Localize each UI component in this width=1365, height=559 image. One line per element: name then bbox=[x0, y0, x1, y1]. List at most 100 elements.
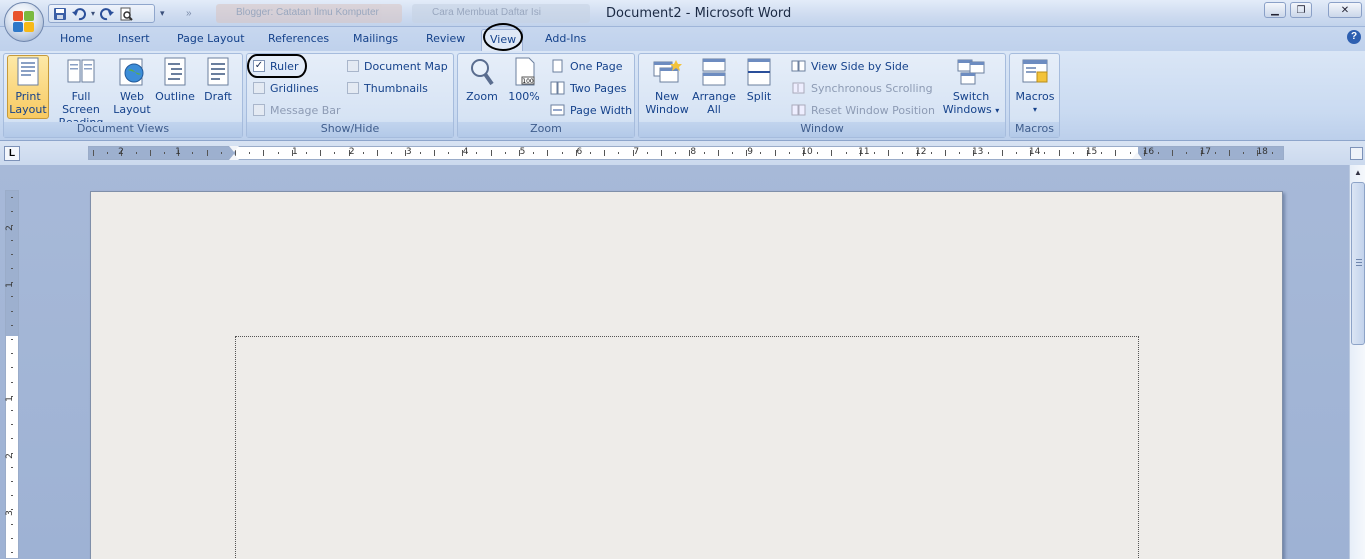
vertical-ruler-tick bbox=[11, 438, 13, 440]
switch-windows-button[interactable]: Switch Windows ▾ bbox=[939, 56, 1003, 117]
ruler-label: 5 bbox=[519, 147, 526, 157]
vertical-ruler-tick bbox=[11, 537, 13, 539]
outline-button[interactable]: Outline bbox=[154, 56, 196, 103]
macros-button[interactable]: Macros ▾ bbox=[1013, 56, 1057, 116]
ruler-check-icon[interactable]: ✓ bbox=[253, 60, 265, 72]
web-layout-label-2: Layout bbox=[113, 103, 151, 116]
qat-more-icon[interactable]: » bbox=[186, 4, 192, 23]
ruler-tick bbox=[987, 152, 989, 154]
tab-references[interactable]: References bbox=[268, 32, 329, 45]
vertical-ruler-tick bbox=[11, 523, 13, 525]
ruler-checkbox[interactable]: ✓ Ruler bbox=[253, 57, 298, 75]
group-document-views: Print Layout Full Screen Reading Web Lay… bbox=[3, 53, 243, 138]
vertical-ruler-tick bbox=[11, 395, 13, 397]
side-by-side-icon bbox=[791, 59, 806, 73]
tab-mailings[interactable]: Mailings bbox=[353, 32, 398, 45]
outline-icon bbox=[160, 56, 190, 88]
reset-window-position-button[interactable]: Reset Window Position bbox=[791, 101, 935, 119]
print-layout-button[interactable]: Print Layout bbox=[7, 55, 49, 119]
ruler-tick bbox=[732, 152, 733, 154]
full-screen-reading-button[interactable]: Full Screen Reading bbox=[51, 56, 111, 129]
tab-review[interactable]: Review bbox=[426, 32, 465, 45]
tab-home[interactable]: Home bbox=[60, 32, 92, 45]
split-button[interactable]: Split bbox=[741, 56, 777, 103]
one-page-icon bbox=[550, 59, 565, 73]
zoom-button[interactable]: Zoom bbox=[464, 56, 500, 103]
group-zoom: Zoom 100 100% One Page Two Pages Page Wi… bbox=[457, 53, 635, 138]
ruler-tick bbox=[149, 150, 151, 156]
draft-button[interactable]: Draft bbox=[200, 56, 236, 103]
horizontal-ruler[interactable]: 2 1 1 2 3 4 5 6 7 8 9 10 11 12 13 14 15 16 17 18 bbox=[88, 146, 1284, 160]
vertical-ruler-label: 2 bbox=[4, 225, 15, 231]
save-icon[interactable] bbox=[53, 7, 67, 21]
scrollbar-thumb[interactable] bbox=[1351, 182, 1365, 345]
one-page-button[interactable]: One Page bbox=[550, 57, 623, 75]
document-map-checkbox[interactable]: Document Map bbox=[347, 57, 448, 75]
help-icon[interactable]: ? bbox=[1347, 30, 1361, 44]
group-show-hide: ✓ Ruler Gridlines Message Bar Document M… bbox=[246, 53, 454, 138]
document-page[interactable] bbox=[90, 191, 1283, 559]
gridlines-checkbox[interactable]: Gridlines bbox=[253, 79, 319, 97]
ribbon-tab-bar: Home Insert Page Layout References Maili… bbox=[0, 23, 1365, 52]
vertical-scrollbar[interactable]: ▲ bbox=[1349, 165, 1365, 559]
page-width-button[interactable]: Page Width bbox=[550, 101, 632, 119]
document-map-check-icon[interactable] bbox=[347, 60, 359, 72]
two-pages-label: Two Pages bbox=[570, 81, 627, 95]
first-line-indent-marker[interactable] bbox=[229, 146, 239, 152]
zoom-100-button[interactable]: 100 100% bbox=[506, 56, 542, 103]
vertical-ruler-tick bbox=[11, 324, 13, 326]
web-layout-icon bbox=[117, 56, 147, 88]
text-boundary[interactable] bbox=[235, 336, 1139, 559]
tab-view[interactable]: View bbox=[481, 29, 523, 52]
view-side-by-side-label: View Side by Side bbox=[811, 59, 909, 73]
ruler-tick bbox=[831, 150, 833, 156]
arrange-all-button[interactable]: Arrange All bbox=[692, 56, 736, 116]
right-indent-marker[interactable] bbox=[1132, 152, 1142, 159]
view-ruler-toggle-icon[interactable] bbox=[1350, 147, 1363, 160]
document-area: 2 1 1 2 3 bbox=[0, 165, 1349, 559]
tab-insert[interactable]: Insert bbox=[118, 32, 150, 45]
ruler-tick bbox=[391, 152, 393, 154]
office-button[interactable] bbox=[4, 2, 44, 42]
two-pages-button[interactable]: Two Pages bbox=[550, 79, 626, 97]
web-layout-button[interactable]: Web Layout bbox=[113, 56, 151, 116]
faded-window-tab-2[interactable]: Cara Membuat Daftar Isi bbox=[412, 4, 590, 23]
vertical-ruler-top-margin bbox=[6, 191, 18, 336]
ruler-label-left-1: 1 bbox=[175, 147, 181, 157]
vertical-ruler-tick bbox=[11, 381, 13, 383]
thumbnails-checkbox[interactable]: Thumbnails bbox=[347, 79, 428, 97]
tab-page-layout[interactable]: Page Layout bbox=[177, 32, 245, 45]
tab-stop-selector[interactable]: L bbox=[4, 146, 20, 161]
restore-button[interactable]: ❐ bbox=[1290, 2, 1312, 18]
vertical-ruler[interactable]: 2 1 1 2 3 bbox=[5, 190, 19, 559]
ruler-tick bbox=[377, 150, 378, 156]
close-button[interactable]: ✕ bbox=[1328, 2, 1362, 18]
view-side-by-side-button[interactable]: View Side by Side bbox=[791, 57, 909, 75]
faded-window-tab-1[interactable]: Blogger: Catatan Ilmu Komputer bbox=[216, 4, 402, 23]
group-label-document-views: Document Views bbox=[4, 122, 242, 137]
page-100-icon: 100 bbox=[509, 56, 539, 88]
ruler-tick bbox=[1158, 152, 1159, 154]
undo-icon[interactable] bbox=[72, 7, 86, 21]
scroll-up-icon[interactable]: ▲ bbox=[1351, 166, 1365, 180]
redo-icon[interactable] bbox=[100, 7, 115, 21]
customize-qat-icon[interactable]: ▾ bbox=[160, 4, 165, 23]
synchronous-scrolling-button[interactable]: Synchronous Scrolling bbox=[791, 79, 933, 97]
message-bar-check-icon[interactable] bbox=[253, 104, 265, 116]
hanging-indent-marker[interactable] bbox=[229, 154, 239, 160]
vertical-ruler-tick bbox=[11, 239, 13, 241]
new-window-button[interactable]: New Window bbox=[645, 56, 689, 116]
thumbnails-check-icon[interactable] bbox=[347, 82, 359, 94]
vertical-ruler-tick bbox=[11, 253, 13, 255]
tab-add-ins[interactable]: Add-Ins bbox=[545, 32, 586, 45]
arrange-all-icon bbox=[699, 56, 729, 88]
minimize-button[interactable]: ▁ bbox=[1264, 2, 1286, 18]
gridlines-check-icon[interactable] bbox=[253, 82, 265, 94]
message-bar-checkbox[interactable]: Message Bar bbox=[253, 101, 341, 119]
undo-dropdown-icon[interactable]: ▾ bbox=[91, 9, 95, 18]
ruler-tick bbox=[1044, 152, 1046, 154]
gridlines-label: Gridlines bbox=[270, 81, 319, 95]
ruler-tick bbox=[93, 150, 94, 156]
vertical-ruler-tick bbox=[11, 282, 13, 284]
print-preview-icon[interactable] bbox=[119, 7, 133, 21]
